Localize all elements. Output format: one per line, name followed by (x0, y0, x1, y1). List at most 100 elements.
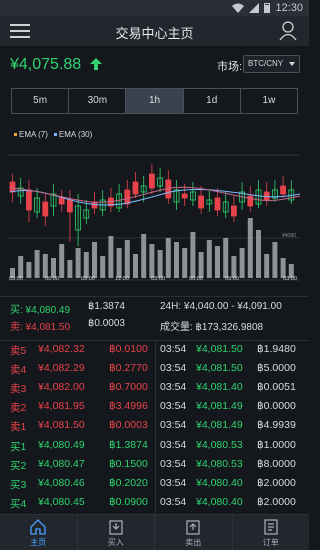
trade-price: ¥4,080.40 (196, 495, 243, 508)
timeframe-tabs: 5m 30m 1h 1d 1w (11, 88, 298, 114)
candle-body (25, 189, 32, 211)
nav-sell[interactable]: 卖出 (155, 515, 233, 550)
volume-bar (116, 248, 122, 278)
status-time: 12:30 (275, 2, 303, 14)
market-label: 市场: (217, 61, 243, 73)
ask-row[interactable]: 卖2 ¥4,081.95 ฿3.4996 03:54 ¥4,081.49 ฿0.0000 (0, 400, 309, 419)
trade-price: ¥4,081.49 (196, 419, 243, 432)
volume-bar (247, 218, 253, 278)
candle-body (263, 191, 270, 201)
trade-time: 03:54 (160, 457, 187, 470)
order-level-label: 卖1 (10, 421, 27, 434)
volume-bar (34, 250, 40, 278)
candle-body (132, 181, 139, 195)
candle-body (124, 189, 131, 205)
bid-row[interactable]: 买4 ¥4,080.45 ฿0.0900 03:54 ¥4,080.40 ฿2.0000 (0, 496, 309, 515)
volume-bar (83, 252, 89, 278)
ask-row[interactable]: 卖3 ¥4,082.00 ฿0.7000 03:54 ¥4,081.40 ฿0.0051 (0, 381, 309, 400)
volume-bar (264, 254, 270, 278)
volume-bar (149, 244, 155, 278)
nav-sell-label: 卖出 (185, 538, 202, 547)
summary-row-1: 买: ¥4,080.49 ฿1.3874 24H: ¥4,040.00 - ¥4… (0, 301, 309, 317)
tab-1d[interactable]: 1d (184, 89, 241, 113)
trade-amount: ฿1.0000 (257, 438, 296, 451)
x-tick-label: 03:00 (9, 276, 23, 282)
signal-icon (249, 3, 260, 13)
nav-orders[interactable]: 订单 (233, 515, 310, 550)
nav-orders-label: 订单 (262, 538, 279, 547)
x-tick-label: 03:00 (151, 276, 165, 282)
trade-time: 03:54 (160, 438, 187, 451)
trade-time: 03:54 (160, 495, 187, 508)
volume-bar (51, 258, 56, 278)
candle-body (198, 195, 205, 209)
volume-bar (198, 252, 204, 278)
candle-body (247, 195, 254, 207)
app-header: 交易中心主页 (0, 16, 309, 46)
order-level-label: 买3 (10, 478, 27, 491)
nav-home[interactable]: 主页 (0, 515, 78, 550)
trade-price: ¥4,080.53 (196, 457, 243, 470)
candle-body (58, 197, 65, 205)
tab-1w[interactable]: 1w (241, 89, 297, 113)
order-price: ¥4,080.46 (38, 476, 85, 489)
trade-amount: ฿1.9480 (257, 343, 296, 355)
trade-amount: ฿8.0000 (257, 457, 296, 470)
market-select[interactable]: BTC/CNY (243, 55, 300, 73)
tab-5m[interactable]: 5m (12, 89, 70, 113)
x-tick-label: 09:00 (225, 276, 239, 282)
candle-body (230, 205, 237, 217)
order-price: ¥4,080.45 (38, 495, 85, 508)
price-chart[interactable]: EMA (7) EMA (30) ¥4080 03:00 06:00 09:00 12… (0, 120, 309, 296)
volume-bar (239, 248, 245, 278)
order-level-label: 卖4 (10, 364, 27, 377)
order-amount: ฿0.7000 (109, 381, 148, 394)
order-level-label: 卖5 (10, 345, 27, 357)
trade-time: 03:54 (160, 476, 187, 489)
candle-body (67, 199, 73, 213)
order-price: ¥4,081.50 (38, 419, 85, 432)
volume-24h: 成交量: ฿173,326.9808 (160, 322, 264, 333)
x-tick-label: 09:00 (81, 276, 95, 282)
trade-time: 03:54 (160, 362, 187, 375)
order-price: ¥4,081.95 (38, 400, 85, 413)
volume-bar (133, 254, 138, 278)
candle-body (214, 197, 221, 211)
volume-bar (67, 260, 73, 278)
ask-row[interactable]: 卖5 ¥4,082.32 ฿0.0100 03:54 ¥4,081.50 ฿1.9480 (0, 343, 309, 362)
ask-row[interactable]: 卖1 ¥4,081.50 ฿0.0003 03:54 ¥4,081.49 ฿4.9939 (0, 419, 309, 438)
trade-time: 03:54 (160, 343, 187, 355)
volume-bar (190, 232, 196, 278)
nav-buy[interactable]: 买入 (78, 515, 155, 550)
candle-body (42, 201, 49, 217)
trade-amount: ฿0.0051 (257, 381, 296, 394)
volume-bar (182, 248, 188, 278)
orders-icon (264, 519, 278, 535)
tab-30m[interactable]: 30m (69, 89, 127, 113)
best-bid: 买: ¥4,080.49 (10, 305, 71, 316)
candle-body (280, 185, 287, 195)
volume-bar (215, 246, 220, 278)
page-title: 交易中心主页 (115, 26, 194, 41)
x-tick-label: 03:00 (283, 276, 297, 282)
bid-row[interactable]: 买1 ¥4,080.49 ฿1.3874 03:54 ¥4,080.53 ฿1.0000 (0, 439, 309, 458)
trade-amount: ฿0.0000 (257, 400, 296, 413)
candlestick-chart: ¥4080 03:00 06:00 09:00 12:00 03:00 06:00 09:0… (8, 154, 301, 282)
trade-time: 03:54 (160, 381, 187, 394)
trade-price: ¥4,081.50 (196, 343, 243, 355)
user-icon[interactable] (279, 21, 297, 41)
order-amount: ฿0.0100 (109, 343, 148, 355)
bid-row[interactable]: 买3 ¥4,080.46 ฿0.2020 03:54 ¥4,080.40 ฿2.0000 (0, 477, 309, 496)
wifi-icon (232, 3, 245, 13)
status-icons: 12:30 (232, 2, 303, 14)
volume-bar (141, 234, 147, 278)
order-price: ¥4,080.47 (38, 457, 85, 470)
status-bar: 12:30 (0, 0, 309, 16)
bottom-nav: 主页 买入 卖出 订单 (0, 514, 309, 550)
ask-row[interactable]: 卖4 ¥4,082.29 ฿0.2770 03:54 ¥4,081.50 ฿5.0000 (0, 362, 309, 381)
order-level-label: 卖3 (10, 383, 27, 396)
bid-row[interactable]: 买2 ¥4,080.47 ฿0.1500 03:54 ¥4,080.53 ฿8.0000 (0, 458, 309, 477)
volume-bar (157, 250, 163, 278)
tab-1h[interactable]: 1h (126, 89, 184, 113)
order-book: 卖5 ¥4,082.32 ฿0.0100 03:54 ¥4,081.50 ฿1.9480 卖… (0, 340, 309, 515)
